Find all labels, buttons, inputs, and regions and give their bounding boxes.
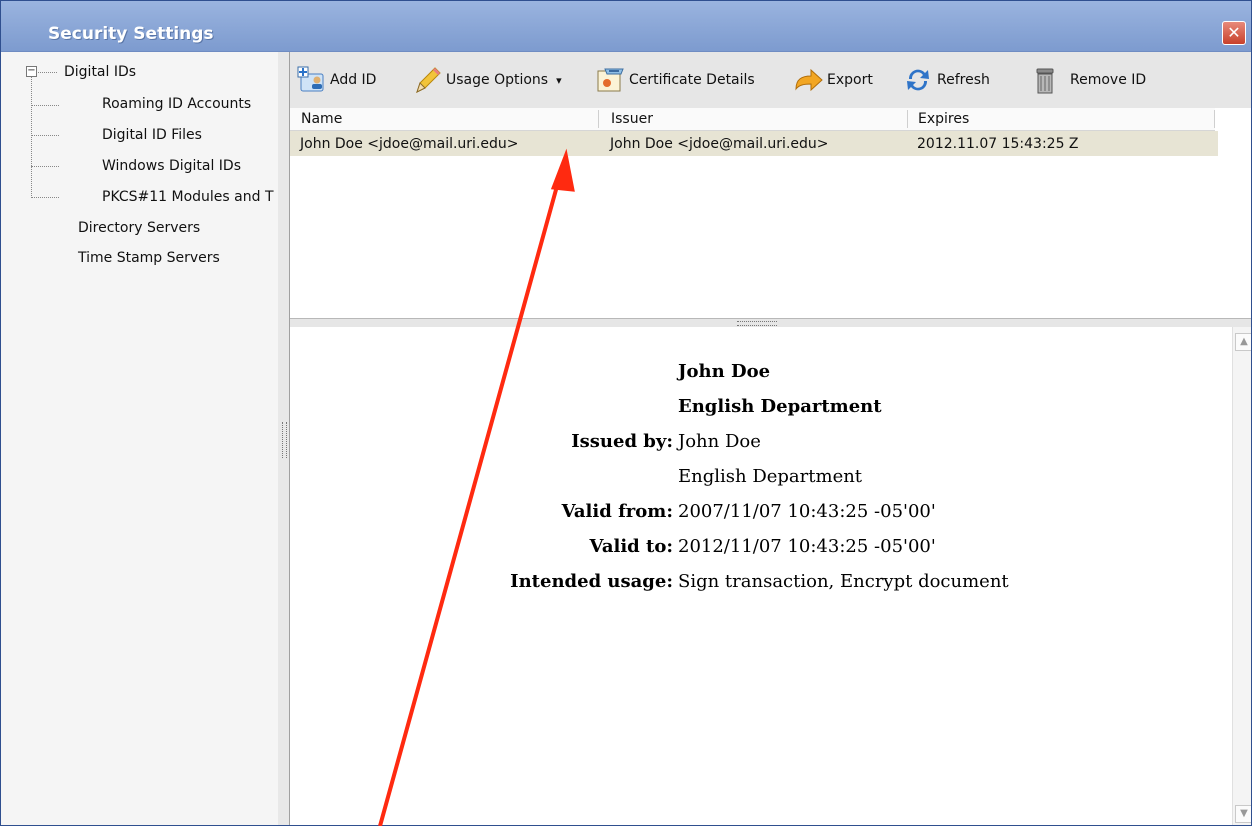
pencil-icon bbox=[412, 65, 442, 95]
usage-options-button[interactable]: Usage Options ▾ bbox=[412, 62, 562, 98]
tree-connector bbox=[31, 105, 59, 106]
splitter-grip-icon bbox=[282, 422, 287, 458]
collapse-toggle[interactable]: − bbox=[26, 66, 37, 77]
tree-connector bbox=[31, 77, 32, 198]
tree-item-label: Roaming ID Accounts bbox=[102, 96, 252, 112]
subject-org: English Department bbox=[678, 396, 882, 417]
tree-item-label: Time Stamp Servers bbox=[78, 250, 220, 266]
refresh-label: Refresh bbox=[937, 72, 990, 88]
certificate-details-button[interactable]: Certificate Details bbox=[595, 62, 755, 98]
tree-item-windows-digital-ids[interactable]: Windows Digital IDs bbox=[102, 158, 241, 174]
detail-row-subject-org: English Department bbox=[290, 396, 1251, 426]
intended-usage-label: Intended usage: bbox=[510, 571, 673, 592]
vertical-splitter[interactable] bbox=[278, 52, 290, 825]
cell-name: John Doe <jdoe@mail.uri.edu> bbox=[300, 136, 519, 152]
issued-by-label: Issued by: bbox=[571, 431, 673, 452]
splitter-grip-icon bbox=[737, 321, 777, 326]
trash-icon bbox=[1030, 65, 1060, 95]
certificate-details-label: Certificate Details bbox=[629, 72, 755, 88]
detail-row-issued-by: Issued by: John Doe bbox=[290, 431, 1251, 461]
close-icon: ✕ bbox=[1227, 23, 1241, 42]
tree-item-label: Digital IDs bbox=[64, 64, 137, 80]
tree-item-label: Directory Servers bbox=[78, 220, 201, 236]
cell-expires: 2012.11.07 15:43:25 Z bbox=[917, 136, 1079, 152]
column-header-issuer[interactable]: Issuer bbox=[611, 111, 653, 127]
tree-item-digital-ids[interactable]: Digital IDs bbox=[64, 64, 136, 80]
column-divider[interactable] bbox=[1214, 110, 1215, 128]
settings-tree: − Digital IDs Roaming ID Accounts Digita… bbox=[1, 52, 279, 825]
detail-row-subject: John Doe bbox=[290, 361, 1251, 391]
issued-by-value: John Doe bbox=[678, 431, 761, 452]
refresh-button[interactable]: Refresh bbox=[903, 62, 990, 98]
tree-item-digital-id-files[interactable]: Digital ID Files bbox=[102, 127, 202, 143]
column-divider[interactable] bbox=[598, 110, 599, 128]
valid-to-value: 2012/11/07 10:43:25 -05'00' bbox=[678, 536, 936, 557]
tree-connector bbox=[31, 135, 59, 136]
add-id-label: Add ID bbox=[330, 72, 377, 88]
chevron-down-icon: ▾ bbox=[556, 73, 562, 87]
security-settings-window: Security Settings ✕ − Digital IDs Roamin… bbox=[0, 0, 1252, 826]
tree-item-time-stamp-servers[interactable]: Time Stamp Servers bbox=[78, 250, 220, 266]
detail-row-intended-usage: Intended usage: Sign transaction, Encryp… bbox=[290, 571, 1251, 601]
export-arrow-icon bbox=[793, 65, 823, 95]
issuer-org-value: English Department bbox=[678, 466, 863, 487]
add-id-button[interactable]: Add ID bbox=[296, 62, 376, 98]
tree-connector bbox=[31, 197, 59, 198]
scroll-up-icon[interactable]: ▲ bbox=[1235, 333, 1251, 351]
digital-id-list: Name Issuer Expires John Doe <jdoe@mail.… bbox=[290, 108, 1251, 318]
certificate-icon bbox=[595, 65, 625, 95]
remove-id-label: Remove ID bbox=[1070, 72, 1147, 88]
cell-issuer: John Doe <jdoe@mail.uri.edu> bbox=[610, 136, 829, 152]
intended-usage-value: Sign transaction, Encrypt document bbox=[678, 571, 1009, 592]
tree-connector bbox=[31, 166, 59, 167]
tree-item-label: PKCS#11 Modules and T bbox=[102, 189, 274, 205]
tree-item-roaming-id-accounts[interactable]: Roaming ID Accounts bbox=[102, 96, 251, 112]
tree-item-label: Digital ID Files bbox=[102, 127, 202, 143]
scroll-down-icon[interactable]: ▼ bbox=[1235, 805, 1251, 823]
details-scrollbar[interactable]: ▲ ▼ bbox=[1232, 327, 1251, 825]
add-id-icon bbox=[296, 65, 326, 95]
valid-from-label: Valid from: bbox=[561, 501, 673, 522]
column-header-expires[interactable]: Expires bbox=[918, 111, 969, 127]
close-button[interactable]: ✕ bbox=[1222, 21, 1246, 45]
detail-row-issuer-org: English Department bbox=[290, 466, 1251, 496]
detail-row-valid-to: Valid to: 2012/11/07 10:43:25 -05'00' bbox=[290, 536, 1251, 566]
column-header-name[interactable]: Name bbox=[301, 111, 342, 127]
valid-from-value: 2007/11/07 10:43:25 -05'00' bbox=[678, 501, 936, 522]
detail-row-valid-from: Valid from: 2007/11/07 10:43:25 -05'00' bbox=[290, 501, 1251, 531]
tree-item-pkcs11-modules[interactable]: PKCS#11 Modules and T bbox=[102, 189, 274, 205]
column-divider[interactable] bbox=[907, 110, 908, 128]
list-header: Name Issuer Expires bbox=[290, 108, 1215, 131]
window-title: Security Settings bbox=[48, 24, 214, 44]
remove-id-button[interactable]: Remove ID bbox=[1030, 62, 1146, 98]
export-label: Export bbox=[827, 72, 873, 88]
usage-options-label: Usage Options bbox=[446, 72, 549, 88]
title-bar: Security Settings ✕ bbox=[1, 1, 1251, 52]
tree-item-label: Windows Digital IDs bbox=[102, 158, 242, 174]
toolbar: Add ID Usage Options ▾ Certificate Detai… bbox=[290, 52, 1251, 109]
tree-connector bbox=[36, 72, 57, 73]
valid-to-label: Valid to: bbox=[589, 536, 673, 557]
refresh-icon bbox=[903, 65, 933, 95]
subject-name: John Doe bbox=[678, 361, 771, 382]
tree-item-directory-servers[interactable]: Directory Servers bbox=[78, 220, 200, 236]
table-row[interactable]: John Doe <jdoe@mail.uri.edu> John Doe <j… bbox=[290, 131, 1218, 156]
export-button[interactable]: Export bbox=[793, 62, 873, 98]
certificate-details-panel: John Doe English Department Issued by: J… bbox=[290, 327, 1251, 825]
